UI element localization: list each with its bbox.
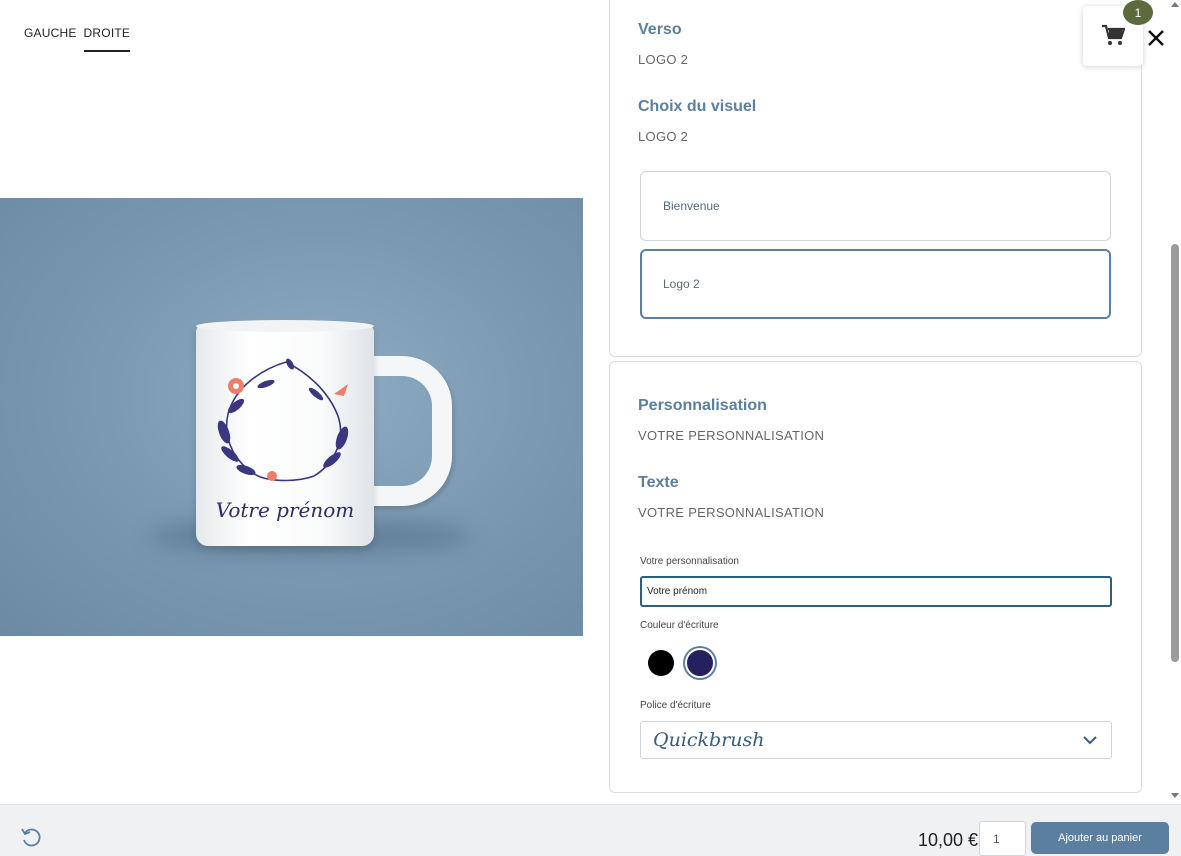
mug-personalised-text: Votre prénom <box>215 498 355 522</box>
personalisation-card: Personnalisation VOTRE PERSONNALISATION … <box>609 361 1142 793</box>
text-value: VOTRE PERSONNALISATION <box>638 505 825 520</box>
personalisation-input[interactable] <box>640 576 1112 607</box>
personalisation-value: VOTRE PERSONNALISATION <box>638 428 825 443</box>
cart-count-badge: 1 <box>1123 0 1153 25</box>
scrollbar[interactable] <box>1169 0 1181 804</box>
font-label: Police d'écriture <box>640 700 711 711</box>
options-panel: Verso LOGO 2 Choix du visuel LOGO 2 Bien… <box>609 0 1142 804</box>
mug-rim <box>196 320 374 332</box>
tab-droite[interactable]: DROITE <box>83 26 131 52</box>
floral-wreath-logo <box>217 358 349 482</box>
personalisation-input-label: Votre personnalisation <box>640 556 739 567</box>
close-icon[interactable] <box>1146 28 1166 48</box>
visual-option-bienvenue[interactable]: Bienvenue <box>640 171 1111 241</box>
visual-option-logo-2[interactable]: Logo 2 <box>640 249 1111 319</box>
visual-card: Verso LOGO 2 Choix du visuel LOGO 2 Bien… <box>609 0 1142 357</box>
scroll-up-arrow-icon[interactable] <box>1171 2 1179 7</box>
scroll-down-arrow-icon[interactable] <box>1171 793 1179 798</box>
font-select-value: Quickbrush <box>653 729 765 751</box>
add-to-cart-button[interactable]: Ajouter au panier <box>1031 822 1169 854</box>
color-label: Couleur d'écriture <box>640 620 719 631</box>
bottom-bar: 10,00 € Ajouter au panier <box>0 804 1181 856</box>
color-swatch-navy[interactable] <box>685 648 715 678</box>
verso-title: Verso <box>638 21 682 38</box>
side-tabs: GAUCHE DROITE <box>24 26 131 52</box>
product-preview: Votre prénom <box>0 198 583 636</box>
personalisation-title: Personnalisation <box>638 397 767 414</box>
page: GAUCHE DROITE Votre prénom Verso LOGO 2 … <box>0 0 1181 856</box>
scroll-thumb[interactable] <box>1171 244 1179 662</box>
visual-value: LOGO 2 <box>638 129 689 144</box>
tab-gauche[interactable]: GAUCHE <box>24 26 77 52</box>
cart-icon <box>1102 24 1125 45</box>
text-title: Texte <box>638 474 679 491</box>
visual-title: Choix du visuel <box>638 98 757 115</box>
font-select[interactable]: Quickbrush <box>640 721 1112 759</box>
color-swatch-black[interactable] <box>648 650 674 676</box>
reset-icon[interactable] <box>20 826 42 848</box>
price: 10,00 € <box>918 830 979 850</box>
quantity-input[interactable] <box>979 821 1026 856</box>
verso-value: LOGO 2 <box>638 52 689 67</box>
chevron-down-icon <box>1083 736 1097 745</box>
